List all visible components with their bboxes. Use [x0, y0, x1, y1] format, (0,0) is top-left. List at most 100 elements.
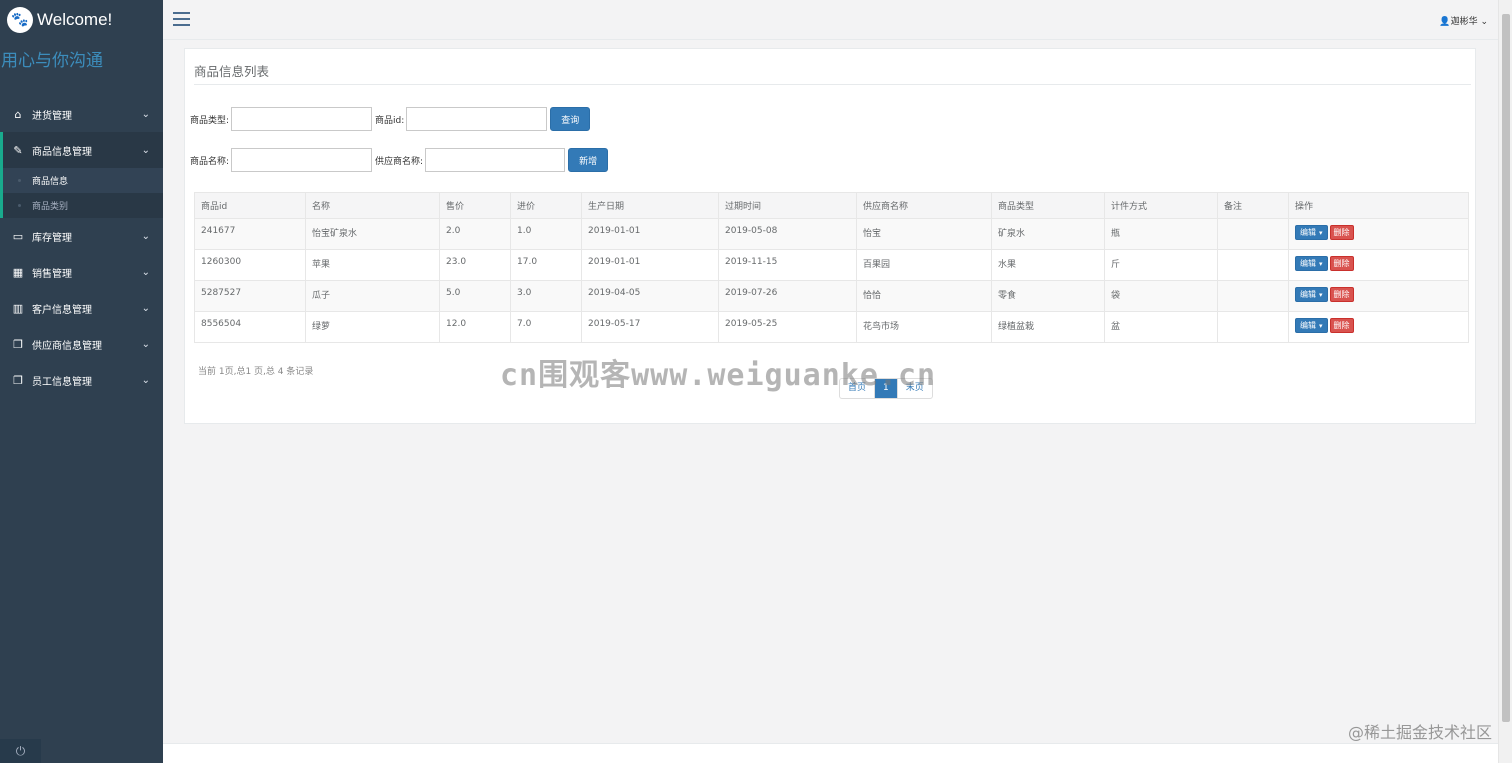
sidebar-item-product-info[interactable]: ✎ 商品信息管理 ⌄: [0, 132, 163, 168]
sidebar-item-sales[interactable]: ▦ 销售管理 ⌄: [0, 254, 163, 290]
supplier-label: 供应商名称:: [375, 156, 424, 167]
sidebar-item-customers[interactable]: ▥ 客户信息管理 ⌄: [0, 290, 163, 326]
table-cell: 绿植盆栽: [991, 311, 1105, 343]
table-cell: 17.0: [510, 249, 582, 281]
sidebar-item-purchase[interactable]: ⌂ 进货管理 ⌄: [0, 96, 163, 132]
supplier-input[interactable]: [425, 148, 566, 172]
delete-button[interactable]: 删除: [1329, 225, 1354, 240]
pagination-info: 当前 1页,总1 页,总 4 条记录: [198, 367, 314, 377]
chevron-down-icon: ⌄: [141, 338, 150, 350]
column-header: 备注: [1217, 192, 1289, 219]
sidebar-item-label: 供应商信息管理: [32, 340, 102, 352]
type-label: 商品类型:: [190, 115, 230, 126]
actions-cell: 编辑 ▾ 删除: [1288, 218, 1469, 250]
delete-button[interactable]: 删除: [1329, 318, 1354, 333]
sidebar-item-suppliers[interactable]: ❐ 供应商信息管理 ⌄: [0, 326, 163, 362]
table-cell: 23.0: [439, 249, 511, 281]
table-cell: 8556504: [194, 311, 306, 343]
type-input[interactable]: [231, 107, 373, 131]
table-cell: 2019-05-17: [581, 311, 719, 343]
power-icon: ⏻: [15, 743, 26, 758]
chevron-down-icon: ⌄: [1477, 17, 1488, 27]
edit-label: 编辑: [1300, 321, 1316, 330]
edit-dropdown-button[interactable]: 编辑 ▾: [1295, 318, 1328, 333]
edit-dropdown-button[interactable]: 编辑 ▾: [1295, 225, 1328, 240]
sidebar-item-label: 销售管理: [32, 268, 72, 280]
table-cell: [1217, 249, 1289, 281]
chevron-down-icon: ⌄: [141, 302, 150, 314]
column-header: 供应商名称: [856, 192, 992, 219]
product-panel: 商品信息列表 商品类型: 商品id: 查询 商品名称: 供应商名称: 新增 商品…: [184, 48, 1476, 424]
chevron-down-icon: ⌄: [141, 266, 150, 278]
query-button[interactable]: 查询: [550, 107, 591, 131]
table-cell: 1260300: [194, 249, 306, 281]
table-row: 8556504 绿萝 12.0 7.0 2019-05-17 2019-05-2…: [194, 311, 1469, 343]
table-cell: 绿萝: [305, 311, 440, 343]
column-header: 商品id: [194, 192, 306, 219]
table-row: 1260300 苹果 23.0 17.0 2019-01-01 2019-11-…: [194, 249, 1469, 281]
table-cell: 1.0: [510, 218, 582, 250]
edit-dropdown-button[interactable]: 编辑 ▾: [1295, 287, 1328, 302]
scrollbar[interactable]: [1498, 0, 1512, 763]
column-header: 进价: [510, 192, 582, 219]
user-icon: 👤: [1439, 17, 1451, 27]
sidebar-subitem-product-info[interactable]: 商品信息: [3, 168, 163, 193]
chevron-down-icon: ⌄: [141, 144, 150, 156]
table-cell: 7.0: [510, 311, 582, 343]
table-header-row: 商品id 名称 售价 进价 生产日期 过期时间 供应商名称 商品类型 计件方式 …: [194, 192, 1469, 219]
pagination: 首页 1 末页: [839, 378, 933, 399]
menu-toggle-icon[interactable]: [173, 12, 190, 26]
copy-icon: ❐: [13, 373, 23, 387]
search-row-2: 商品名称: 供应商名称: 新增: [190, 148, 609, 172]
last-page-link[interactable]: 末页: [898, 379, 932, 398]
page-link-current[interactable]: 1: [875, 379, 898, 398]
column-header: 过期时间: [718, 192, 857, 219]
table-cell: 花鸟市场: [856, 311, 992, 343]
sidebar-item-label: 员工信息管理: [32, 376, 92, 388]
chevron-down-icon: ⌄: [141, 108, 150, 120]
column-header: 操作: [1288, 192, 1469, 219]
table-cell: 5287527: [194, 280, 306, 312]
caret-down-icon: ▾: [1319, 259, 1323, 268]
edit-dropdown-button[interactable]: 编辑 ▾: [1295, 256, 1328, 271]
table-cell: [1217, 311, 1289, 343]
sidebar-item-employees[interactable]: ❐ 员工信息管理 ⌄: [0, 362, 163, 398]
name-input[interactable]: [231, 148, 373, 172]
delete-button[interactable]: 删除: [1329, 287, 1354, 302]
divider: [194, 84, 1471, 85]
table-cell: 袋: [1104, 280, 1218, 312]
edit-label: 编辑: [1300, 228, 1316, 237]
table-cell: 苹果: [305, 249, 440, 281]
power-button[interactable]: ⏻: [0, 739, 41, 763]
sidebar-subitem-product-category[interactable]: 商品类别: [3, 193, 163, 218]
table-cell: 瓶: [1104, 218, 1218, 250]
edit-icon: ✎: [13, 143, 23, 157]
brand-title: Welcome!: [37, 10, 113, 29]
slogan: 用心与你沟通: [1, 51, 103, 71]
user-name: 迦彬华: [1450, 17, 1478, 27]
sidebar-item-label: 客户信息管理: [32, 304, 92, 316]
home-icon: ⌂: [14, 107, 22, 121]
column-header: 计件方式: [1104, 192, 1218, 219]
footer: [163, 743, 1498, 763]
desktop-icon: ▭: [12, 229, 24, 243]
column-header: 商品类型: [991, 192, 1105, 219]
chevron-down-icon: ⌄: [141, 374, 150, 386]
sidebar-item-inventory[interactable]: ▭ 库存管理 ⌄: [0, 218, 163, 254]
table-cell: 怡宝矿泉水: [305, 218, 440, 250]
table-cell: 5.0: [439, 280, 511, 312]
first-page-link[interactable]: 首页: [840, 379, 876, 398]
id-input[interactable]: [406, 107, 548, 131]
table-icon: ▦: [12, 265, 24, 279]
user-menu[interactable]: 👤迦彬华 ⌄: [1439, 14, 1488, 27]
table-row: 5287527 瓜子 5.0 3.0 2019-04-05 2019-07-26…: [194, 280, 1469, 312]
chevron-down-icon: ⌄: [141, 230, 150, 242]
sidebar-item-label: 库存管理: [32, 232, 72, 244]
delete-button[interactable]: 删除: [1329, 256, 1354, 271]
page-title: 商品信息列表: [194, 64, 270, 79]
add-button[interactable]: 新增: [568, 148, 609, 172]
sidebar-item-label: 商品信息管理: [32, 146, 92, 158]
table-cell: 水果: [991, 249, 1105, 281]
scrollbar-thumb[interactable]: [1502, 14, 1510, 722]
actions-cell: 编辑 ▾ 删除: [1288, 311, 1469, 343]
